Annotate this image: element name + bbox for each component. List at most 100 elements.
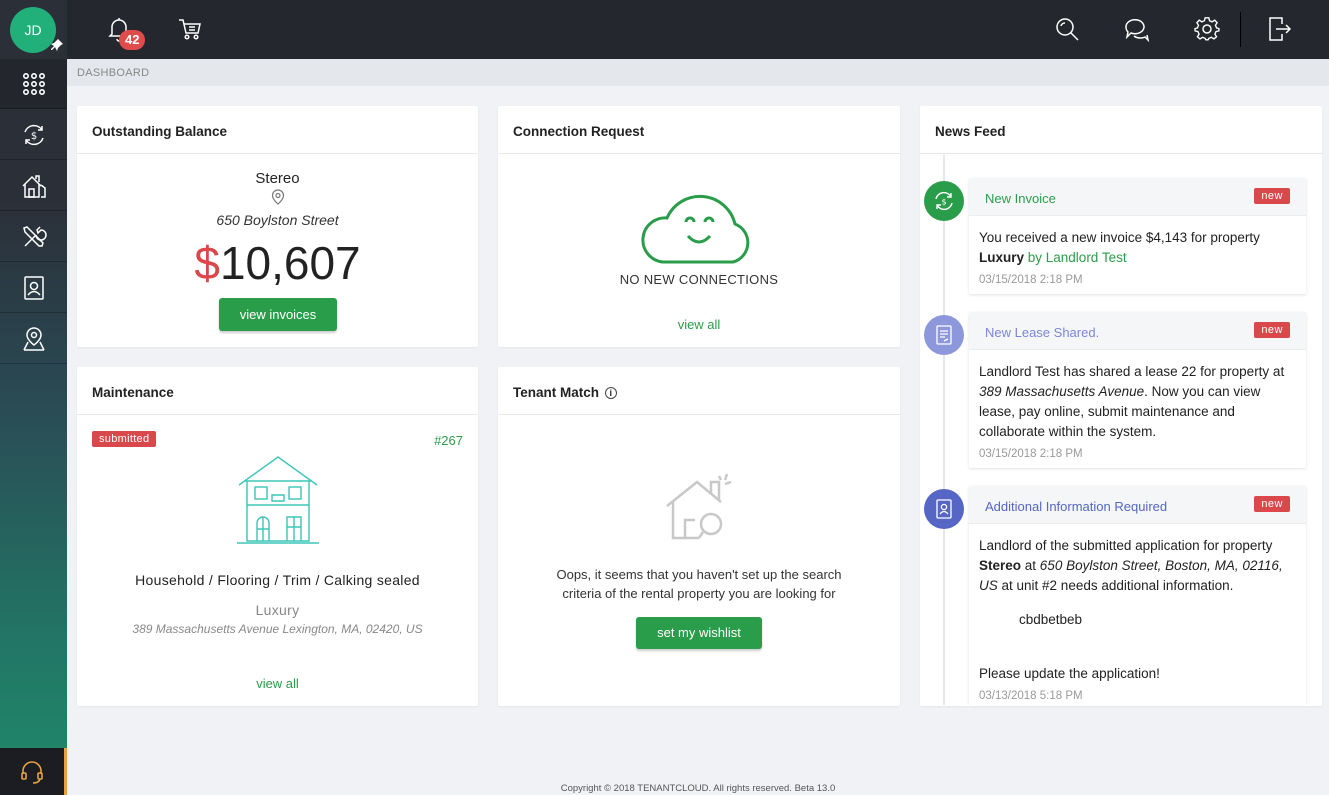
breadcrumb: DASHBOARD xyxy=(77,67,150,79)
feed-item-text: You received a new invoice $4,143 for pr… xyxy=(969,216,1306,268)
search-icon xyxy=(1056,18,1079,41)
invoice-feed-icon: $ xyxy=(924,181,964,221)
sidebar-item-tenants[interactable] xyxy=(0,263,67,313)
new-badge: new xyxy=(1254,188,1290,204)
house-search-icon xyxy=(666,473,732,540)
new-badge: new xyxy=(1254,496,1290,512)
tenant-match-line-1: Oops, it seems that you haven't set up t… xyxy=(556,567,842,582)
feed-property-address: 389 Massachusetts Avenue xyxy=(979,384,1145,399)
maintenance-property: Luxury xyxy=(255,602,300,618)
money-cycle-icon: $ xyxy=(935,191,953,211)
feed-text-part: You received a new invoice $4,143 for pr… xyxy=(979,230,1260,245)
maintenance-category: Household / Flooring / Trim / Calking se… xyxy=(135,572,420,588)
tenant-match-line-2: criteria of the rental property you are … xyxy=(562,586,836,601)
notification-count-badge: 42 xyxy=(119,30,146,50)
feed-item-new-lease[interactable]: New Lease Shared. new Landlord Test has … xyxy=(969,312,1306,468)
location-pin-icon xyxy=(271,189,285,205)
maintenance-view-all-link[interactable]: view all xyxy=(77,676,478,691)
info-icon[interactable]: i xyxy=(604,387,617,399)
tenant-match-title: Tenant Match xyxy=(513,385,600,400)
sidebar-item-maintenance[interactable] xyxy=(0,212,67,262)
feed-item-header: New Invoice new xyxy=(969,178,1306,216)
feed-item-date: 03/15/2018 2:18 PM xyxy=(979,448,1083,460)
maintenance-title: Maintenance xyxy=(77,367,478,415)
maintenance-address: 389 Massachusetts Avenue Lexington, MA, … xyxy=(132,622,423,636)
new-badge: new xyxy=(1254,322,1290,338)
maintenance-card: Maintenance submitted #267 Household / F… xyxy=(77,367,478,706)
no-connections-text: NO NEW CONNECTIONS xyxy=(619,272,779,287)
buildings-icon xyxy=(21,174,46,198)
news-feed-list[interactable]: $ New Invoice new You received a new inv… xyxy=(920,155,1322,705)
profile-document-icon xyxy=(23,275,44,300)
feed-item-date: 03/15/2018 2:18 PM xyxy=(979,274,1083,286)
feed-item-header: New Lease Shared. new xyxy=(969,312,1306,350)
property-name: Stereo xyxy=(255,170,300,187)
feed-instruction: Please update the application! xyxy=(979,666,1160,681)
settings-button[interactable] xyxy=(1192,13,1222,45)
feed-text-part: Landlord of the submitted application fo… xyxy=(979,538,1273,553)
application-feed-icon xyxy=(924,489,964,529)
support-button[interactable] xyxy=(0,748,67,795)
cart-button[interactable] xyxy=(175,13,205,45)
feed-item-new-invoice[interactable]: New Invoice new You received a new invoi… xyxy=(969,178,1306,294)
svg-text:$: $ xyxy=(941,198,946,207)
tenant-match-header: Tenant Match i xyxy=(498,367,900,415)
set-wishlist-button[interactable]: set my wishlist xyxy=(636,617,762,649)
house-icon xyxy=(237,456,319,544)
tenant-match-card: Tenant Match i Oops, it seems that you h… xyxy=(498,367,900,706)
grid-icon xyxy=(22,72,45,95)
feed-item-text: Landlord Test has shared a lease 22 for … xyxy=(969,350,1306,442)
feed-note: cbdbetbeb xyxy=(1019,612,1083,627)
view-invoices-button[interactable]: view invoices xyxy=(219,298,337,331)
happy-cloud-icon xyxy=(641,194,750,264)
topbar-divider xyxy=(1240,12,1241,47)
profile-document-icon xyxy=(936,499,952,519)
chat-icon xyxy=(1125,18,1150,43)
logout-button[interactable] xyxy=(1264,13,1294,45)
tools-icon xyxy=(22,225,47,247)
top-bar: 42 xyxy=(67,0,1329,59)
breadcrumb-bar: DASHBOARD xyxy=(67,59,1329,86)
feed-item-title: New Invoice xyxy=(985,191,1056,206)
lease-feed-icon xyxy=(924,315,964,355)
connection-request-title: Connection Request xyxy=(498,106,900,154)
cart-icon xyxy=(179,19,201,40)
feed-item-text: Landlord of the submitted application fo… xyxy=(969,524,1306,596)
tenant-match-message: Oops, it seems that you haven't set up t… xyxy=(528,565,870,603)
feed-item-date: 03/13/2018 5:18 PM xyxy=(979,690,1083,702)
sidebar: JD $ xyxy=(0,0,67,795)
feed-item-title: Additional Information Required xyxy=(985,499,1168,514)
lease-document-icon xyxy=(936,325,952,345)
amount-value: 10,607 xyxy=(219,237,361,289)
feed-property-name: Stereo xyxy=(979,558,1022,573)
balance-amount: $10,607 xyxy=(77,236,478,290)
location-user-icon xyxy=(22,326,45,351)
sidebar-item-dashboard[interactable] xyxy=(0,59,67,109)
footer-copyright: Copyright © 2018 TENANTCLOUD. All rights… xyxy=(560,783,836,794)
sidebar-item-listings[interactable] xyxy=(0,314,67,364)
search-button[interactable] xyxy=(1052,13,1082,45)
feed-property-name: Luxury xyxy=(979,250,1025,265)
currency-symbol: $ xyxy=(194,237,220,289)
messages-button[interactable] xyxy=(1122,13,1152,45)
gear-icon xyxy=(1194,17,1220,41)
headset-icon xyxy=(21,760,43,784)
sidebar-item-payments[interactable]: $ xyxy=(0,110,67,160)
outstanding-balance-title: Outstanding Balance xyxy=(77,106,478,154)
feed-text-part: Landlord Test has shared a lease 22 for … xyxy=(979,364,1285,379)
feed-landlord-link[interactable]: by Landlord Test xyxy=(1024,250,1127,265)
feed-item-additional-info[interactable]: Additional Information Required new Land… xyxy=(969,486,1306,705)
feed-text-part: at xyxy=(1021,558,1040,573)
connections-view-all-link[interactable]: view all xyxy=(498,317,900,332)
status-badge: submitted xyxy=(92,431,157,447)
logout-icon xyxy=(1269,17,1292,41)
sidebar-item-properties[interactable] xyxy=(0,161,67,211)
outstanding-balance-card: Outstanding Balance Stereo 650 Boylston … xyxy=(77,106,478,347)
feed-item-title: New Lease Shared. xyxy=(985,325,1100,340)
pin-icon[interactable] xyxy=(50,38,64,52)
svg-text:$: $ xyxy=(30,131,36,142)
feed-text-part: at unit #2 needs additional information. xyxy=(997,578,1234,593)
property-address: 650 Boylston Street xyxy=(216,212,339,228)
request-number[interactable]: #267 xyxy=(434,433,463,448)
feed-item-header: Additional Information Required new xyxy=(969,486,1306,524)
